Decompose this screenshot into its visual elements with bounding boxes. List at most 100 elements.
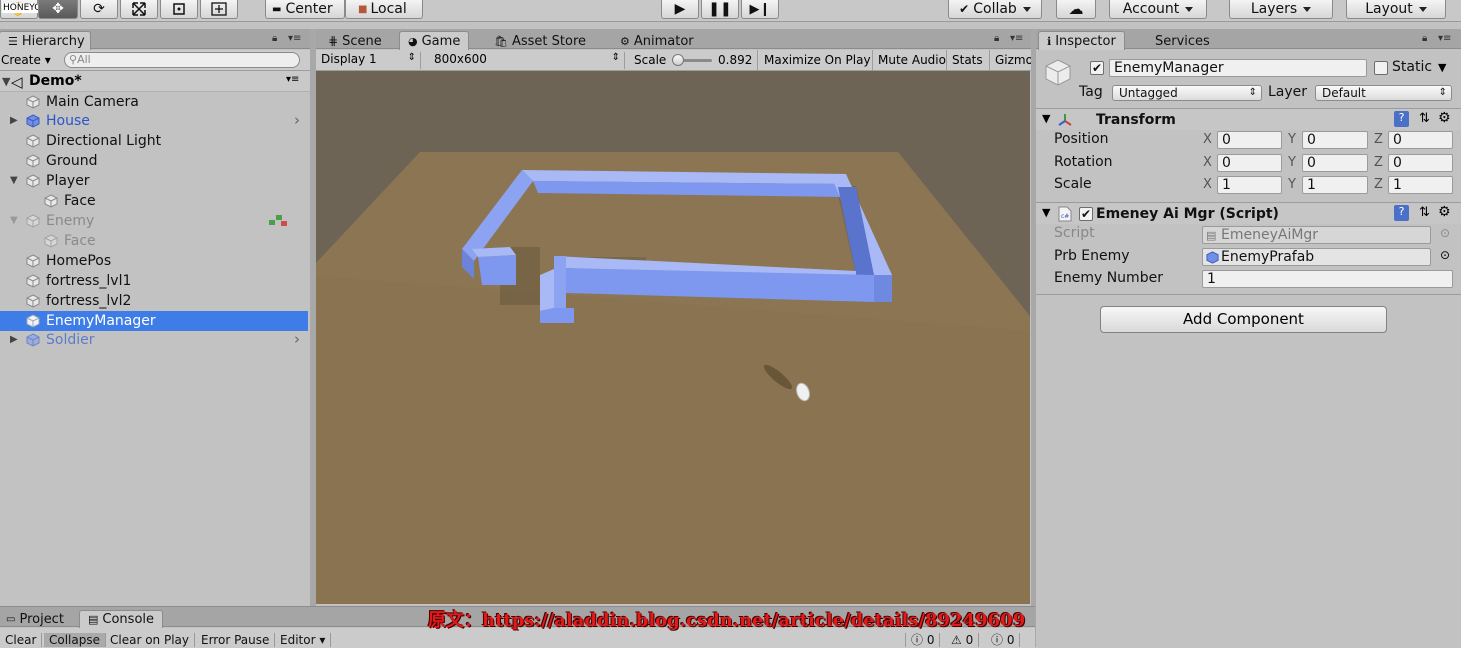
collapse-arrow-icon[interactable]: ▼ <box>1042 112 1050 125</box>
list-item[interactable]: fortress_lvl1 <box>0 271 308 291</box>
stats-toggle[interactable]: Stats <box>946 50 988 71</box>
enemy-number-field[interactable]: 1 <box>1202 270 1453 288</box>
tab-animator[interactable]: ⚙ Animator <box>611 31 703 50</box>
list-item[interactable]: Directional Light <box>0 131 308 151</box>
list-item[interactable]: Main Camera <box>0 92 308 112</box>
list-item[interactable]: Ground <box>0 151 308 171</box>
scene-header[interactable]: ▼ ◁ Demo* ▾≡ <box>0 71 310 92</box>
chevron-right-icon[interactable]: › <box>294 111 300 129</box>
help-icon[interactable]: ? <box>1394 111 1409 127</box>
layer-dropdown[interactable]: Default <box>1315 85 1452 101</box>
maximize-on-play-toggle[interactable]: Maximize On Play <box>757 50 877 71</box>
layout-dropdown[interactable]: Layout <box>1346 0 1446 19</box>
settings-gear-icon[interactable]: ⚙ <box>1438 204 1451 220</box>
game-viewport[interactable] <box>316 71 1030 604</box>
help-icon[interactable]: ? <box>1394 205 1409 221</box>
rotation-x-field[interactable]: 0 <box>1217 154 1282 172</box>
hierarchy-search-input[interactable]: ⚲All <box>64 52 300 68</box>
pivot-center-button[interactable]: ▬ Center <box>265 0 345 19</box>
axis-x-label[interactable]: X <box>1203 177 1212 192</box>
script-component-header[interactable]: ▼ c# ✔ Emeney Ai Mgr (Script) ? ⇅ ⚙ <box>1036 202 1461 224</box>
scale-slider-track[interactable] <box>672 54 712 66</box>
axis-z-label[interactable]: Z <box>1374 132 1383 147</box>
settings-gear-icon[interactable]: ⚙ <box>1438 110 1451 126</box>
expand-arrow-icon[interactable]: ▼ <box>10 175 18 186</box>
preset-sliders-icon[interactable]: ⇅ <box>1419 111 1430 126</box>
editor-dropdown[interactable]: Editor ▾ <box>275 633 332 647</box>
warning-count-toggle[interactable]: ⚠ 0 <box>946 633 980 647</box>
position-y-field[interactable]: 0 <box>1302 131 1368 149</box>
mute-audio-toggle[interactable]: Mute Audio <box>872 50 951 71</box>
axis-y-label[interactable]: Y <box>1288 155 1296 170</box>
list-item[interactable]: ▶ Soldier › <box>0 330 308 350</box>
lock-icon[interactable]: 🔒︎ <box>994 33 999 44</box>
tab-asset-store[interactable]: 🛍︎ Asset Store <box>485 31 595 50</box>
add-component-button[interactable]: Add Component <box>1100 306 1387 333</box>
object-name-input[interactable]: EnemyManager <box>1109 59 1367 77</box>
preset-sliders-icon[interactable]: ⇅ <box>1419 205 1430 220</box>
axis-x-label[interactable]: X <box>1203 132 1212 147</box>
panel-menu-icon[interactable]: ▾≡ <box>288 33 301 44</box>
log-count-toggle[interactable]: ⓘ 0 <box>905 633 941 647</box>
lock-icon[interactable]: 🔒︎ <box>272 33 277 44</box>
tab-game[interactable]: ◕ Game <box>399 31 470 50</box>
expand-arrow-icon[interactable]: ▶ <box>10 334 18 345</box>
cloud-button[interactable]: ☁ <box>1056 0 1096 19</box>
expand-arrow-icon[interactable]: ▼ <box>10 215 18 226</box>
expand-arrow-icon[interactable]: ▶ <box>10 115 18 126</box>
static-checkbox[interactable] <box>1374 61 1388 75</box>
display-dropdown[interactable]: Display 1 ⇕ <box>321 52 421 69</box>
list-item-selected[interactable]: EnemyManager <box>0 311 308 331</box>
pause-button[interactable]: ❚❚ <box>701 0 739 19</box>
rotation-y-field[interactable]: 0 <box>1302 154 1368 172</box>
axis-z-label[interactable]: Z <box>1374 177 1383 192</box>
clear-on-play-toggle[interactable]: Clear on Play <box>105 633 195 647</box>
axis-y-label[interactable]: Y <box>1288 132 1296 147</box>
resolution-dropdown[interactable]: 800x600 ⇕ <box>429 52 625 69</box>
rotation-z-field[interactable]: 0 <box>1388 154 1453 172</box>
space-local-button[interactable]: ■ Local <box>345 0 423 19</box>
component-enabled-checkbox[interactable]: ✔ <box>1079 207 1093 221</box>
tab-hierarchy[interactable]: ☰ Hierarchy <box>0 31 91 50</box>
axis-z-label[interactable]: Z <box>1374 155 1383 170</box>
tab-scene[interactable]: ⋕ Scene <box>319 31 391 50</box>
scene-expand-icon[interactable]: ▼ <box>2 75 10 88</box>
panel-menu-icon[interactable]: ▾≡ <box>1438 33 1451 44</box>
error-count-toggle[interactable]: ⓘ 0 <box>986 633 1021 647</box>
collapse-toggle[interactable]: Collapse <box>44 633 106 647</box>
chevron-right-icon[interactable]: › <box>294 330 300 348</box>
step-button[interactable]: ▶❙ <box>741 0 779 19</box>
tab-services[interactable]: Services <box>1146 31 1219 50</box>
scale-y-field[interactable]: 1 <box>1302 176 1368 194</box>
scale-x-field[interactable]: 1 <box>1217 176 1282 194</box>
transform-tool-button[interactable] <box>200 0 238 19</box>
list-item[interactable]: Face <box>0 231 308 251</box>
axis-y-label[interactable]: Y <box>1288 177 1296 192</box>
list-item[interactable]: HomePos <box>0 251 308 271</box>
position-z-field[interactable]: 0 <box>1388 131 1453 149</box>
list-item[interactable]: Face <box>0 191 308 211</box>
scale-z-field[interactable]: 1 <box>1388 176 1453 194</box>
tab-inspector[interactable]: ℹ Inspector <box>1038 31 1125 50</box>
axis-x-label[interactable]: X <box>1203 155 1212 170</box>
list-item[interactable]: ▼ Player <box>0 171 308 191</box>
collapse-arrow-icon[interactable]: ▼ <box>1042 206 1050 219</box>
object-picker-icon[interactable]: ⊙ <box>1440 248 1450 262</box>
scale-slider-thumb[interactable] <box>672 54 684 66</box>
scale-tool-button[interactable] <box>120 0 158 19</box>
tab-project[interactable]: ▭ Project <box>0 610 73 628</box>
position-x-field[interactable]: 0 <box>1217 131 1282 149</box>
active-checkbox[interactable]: ✔ <box>1090 61 1104 75</box>
panel-menu-icon[interactable]: ▾≡ <box>1010 33 1023 44</box>
clear-button[interactable]: Clear <box>0 633 43 647</box>
layers-dropdown[interactable]: Layers <box>1229 0 1333 19</box>
move-tool-button[interactable]: ✥ <box>38 0 78 19</box>
play-button[interactable]: ▶ <box>661 0 699 19</box>
rotate-tool-button[interactable]: ⟳ <box>80 0 118 19</box>
create-dropdown[interactable]: Create ▾ <box>1 53 51 67</box>
tab-console[interactable]: ▤ Console <box>79 610 164 628</box>
account-dropdown[interactable]: Account <box>1109 0 1207 19</box>
list-item[interactable]: fortress_lvl2 <box>0 291 308 311</box>
collab-dropdown[interactable]: ✔ Collab <box>948 0 1042 19</box>
list-item[interactable]: ▼ Enemy <box>0 211 308 231</box>
